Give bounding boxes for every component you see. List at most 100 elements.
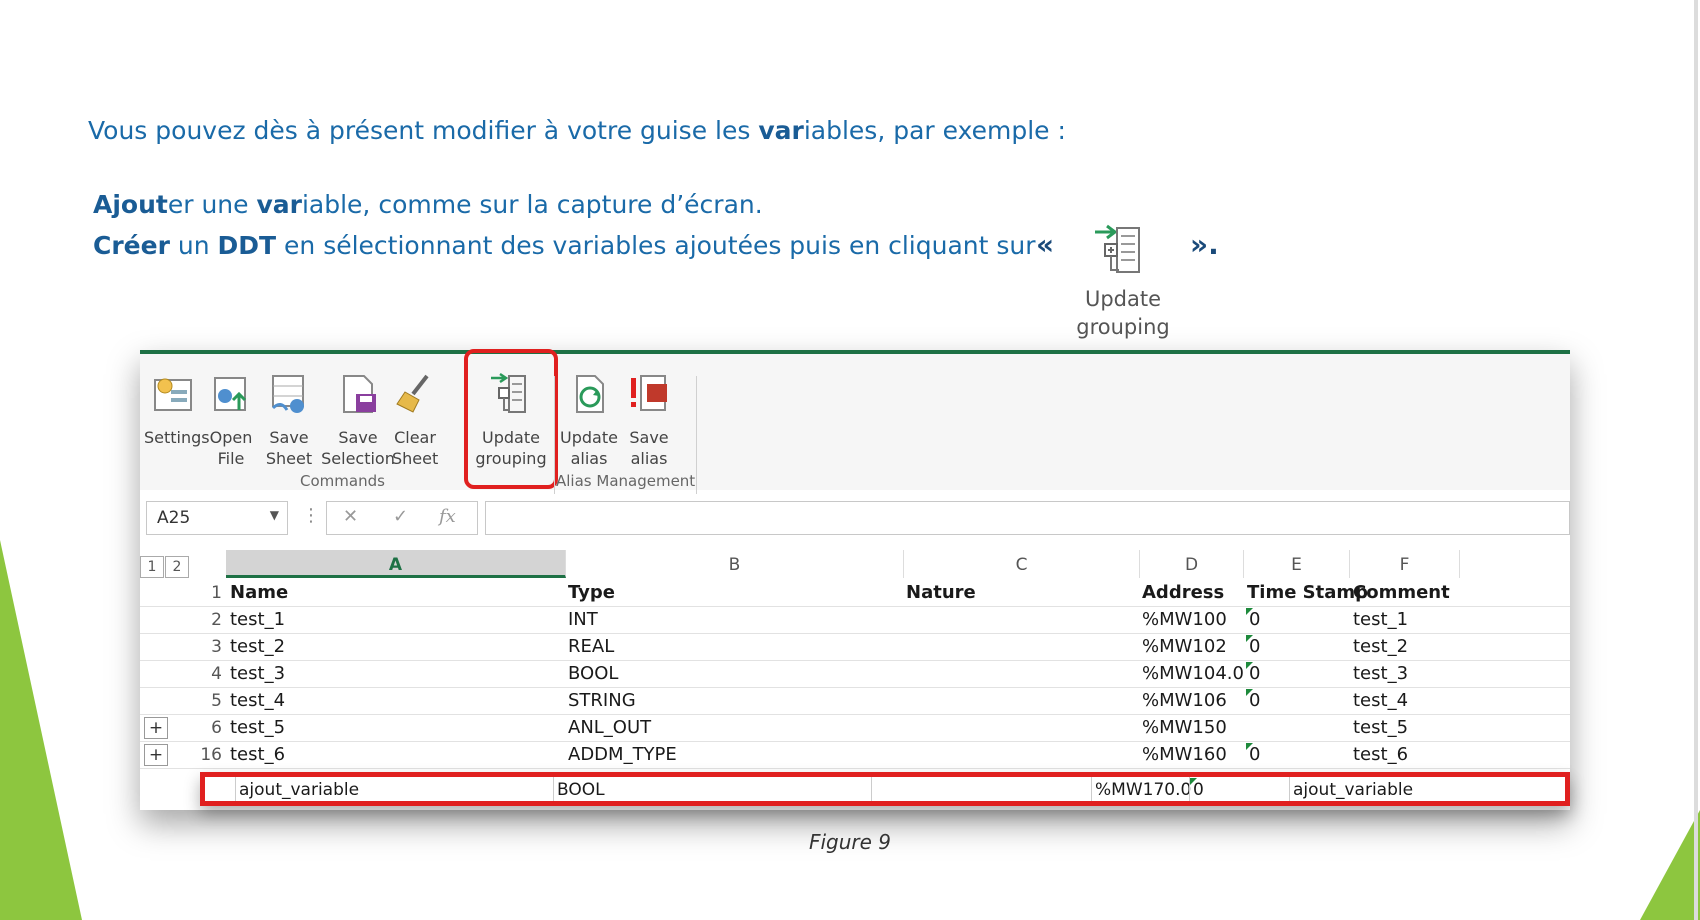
row-number: 4 <box>211 664 222 684</box>
update-alias-icon <box>576 375 604 413</box>
row-number: 2 <box>211 610 222 630</box>
formula-bar: A25 ▼ ⋮ ✕ ✓ fx <box>140 495 1570 541</box>
cell-time-stamp[interactable]: 0 <box>1249 744 1260 765</box>
right-green-triangle <box>1640 810 1700 920</box>
cell-type[interactable]: BOOL <box>557 780 605 800</box>
save-selection-icon <box>343 375 376 413</box>
column-header-a[interactable]: A <box>226 550 566 578</box>
cell-type[interactable]: REAL <box>568 636 614 657</box>
cell-time-stamp[interactable]: 0 <box>1249 663 1260 684</box>
cell-comment[interactable]: test_5 <box>1353 717 1408 738</box>
cell-comment[interactable]: test_2 <box>1353 636 1408 657</box>
cell-name[interactable]: test_4 <box>230 690 285 711</box>
cell-name[interactable]: test_6 <box>230 744 285 765</box>
cell-name[interactable]: test_1 <box>230 609 285 630</box>
cell-name[interactable]: test_5 <box>230 717 285 738</box>
cell-comment[interactable]: test_4 <box>1353 690 1408 711</box>
cell-time-stamp[interactable]: 0 <box>1249 690 1260 711</box>
cell-address[interactable]: %MW102 <box>1142 636 1227 657</box>
cell-address[interactable]: %MW150 <box>1142 717 1227 738</box>
header-time-stamp[interactable]: Time Stamp <box>1247 582 1368 603</box>
cell-type[interactable]: BOOL <box>568 663 618 684</box>
cell-address[interactable]: %MW106 <box>1142 690 1227 711</box>
quote-close: ». <box>1190 228 1219 261</box>
cell-divider <box>1091 777 1092 801</box>
save-sheet-button[interactable]: Save Sheet <box>260 372 318 469</box>
open-file-button[interactable]: Open File <box>208 372 254 469</box>
header-name[interactable]: Name <box>230 582 288 603</box>
cell-name[interactable]: test_2 <box>230 636 285 657</box>
added-variable-row: ajout_variable BOOL %MW170.0 0 ajout_var… <box>200 772 1570 806</box>
row-number: 1 <box>211 583 222 603</box>
column-header-b[interactable]: B <box>566 550 904 578</box>
cell-address[interactable]: %MW100 <box>1142 609 1227 630</box>
group-separator <box>696 376 697 494</box>
row-number: 5 <box>211 691 222 711</box>
cancel-icon[interactable]: ✕ <box>343 506 358 527</box>
table-header-row: 1 Name Type Nature Address Time Stamp Co… <box>140 580 1570 607</box>
column-header-c[interactable]: C <box>904 550 1140 578</box>
save-selection-button[interactable]: Save Selection <box>320 372 396 469</box>
cell-time-stamp[interactable]: 0 <box>1249 636 1260 657</box>
outline-level-buttons: 12 <box>140 556 190 578</box>
column-header-d[interactable]: D <box>1140 550 1244 578</box>
function-icon[interactable]: fx <box>439 506 456 527</box>
name-box[interactable]: A25 ▼ <box>146 501 288 535</box>
intro-line: Vous pouvez dès à présent modifier à vot… <box>88 116 1066 145</box>
cell-comment[interactable]: ajout_variable <box>1293 780 1413 800</box>
table-row: 2 test_1 INT %MW100 0 test_1 <box>140 607 1570 634</box>
quote-open: « <box>1036 228 1055 261</box>
enter-icon[interactable]: ✓ <box>393 506 408 527</box>
expand-group-button[interactable]: + <box>144 744 168 766</box>
cell-comment[interactable]: test_3 <box>1353 663 1408 684</box>
excel-screenshot: Settings Open File Save Sheet Save Selec… <box>140 349 1570 810</box>
table-row: 3 test_2 REAL %MW102 0 test_2 <box>140 634 1570 661</box>
add-variable-line: Ajouter une variable, comme sur la captu… <box>93 190 763 219</box>
chevron-down-icon[interactable]: ▼ <box>270 508 279 522</box>
header-type[interactable]: Type <box>568 582 615 603</box>
column-header-e[interactable]: E <box>1244 550 1350 578</box>
cell-name[interactable]: ajout_variable <box>239 780 359 800</box>
cell-comment[interactable]: test_1 <box>1353 609 1408 630</box>
figure-caption: Figure 9 <box>808 830 892 854</box>
table-row: + 6 test_5 ANL_OUT %MW150 test_5 <box>140 715 1570 742</box>
update-grouping-highlight <box>464 349 558 489</box>
update-alias-button[interactable]: Update alias <box>558 372 620 469</box>
expand-group-button[interactable]: + <box>144 717 168 739</box>
row-number: 16 <box>200 745 222 765</box>
header-address[interactable]: Address <box>1142 582 1224 603</box>
row-number: 3 <box>211 637 222 657</box>
cell-divider <box>1289 777 1290 801</box>
clear-sheet-button[interactable]: Clear Sheet <box>392 372 438 469</box>
cell-time-stamp[interactable]: 0 <box>1193 780 1204 800</box>
more-icon: ⋮ <box>302 505 320 526</box>
table-row: + 16 test_6 ADDM_TYPE %MW160 0 test_6 <box>140 742 1570 769</box>
cell-type[interactable]: ADDM_TYPE <box>568 744 677 765</box>
outline-level-2[interactable]: 2 <box>165 556 189 578</box>
cell-type[interactable]: INT <box>568 609 598 630</box>
save-sheet-icon <box>271 375 304 413</box>
cell-divider <box>235 777 236 801</box>
cell-type[interactable]: ANL_OUT <box>568 717 651 738</box>
header-nature[interactable]: Nature <box>906 582 976 603</box>
ribbon: Settings Open File Save Sheet Save Selec… <box>140 349 1570 494</box>
save-alias-icon <box>631 375 667 411</box>
formula-input[interactable] <box>485 501 1570 535</box>
header-comment[interactable]: Comment <box>1353 582 1450 603</box>
group-separator <box>554 376 555 494</box>
column-header-f[interactable]: F <box>1350 550 1460 578</box>
row-number: 6 <box>211 718 222 738</box>
settings-button[interactable]: Settings <box>144 372 210 448</box>
outline-level-1[interactable]: 1 <box>140 556 164 578</box>
table-row: 5 test_4 STRING %MW106 0 test_4 <box>140 688 1570 715</box>
cell-name[interactable]: test_3 <box>230 663 285 684</box>
cell-address[interactable]: %MW104.0 <box>1142 663 1244 684</box>
cell-address[interactable]: %MW160 <box>1142 744 1227 765</box>
settings-icon <box>154 378 192 411</box>
create-ddt-line: Créer un DDT en sélectionnant des variab… <box>93 231 1036 260</box>
save-alias-button[interactable]: Save alias <box>622 372 676 469</box>
cell-comment[interactable]: test_6 <box>1353 744 1408 765</box>
cell-type[interactable]: STRING <box>568 690 636 711</box>
cell-address[interactable]: %MW170.0 <box>1095 780 1191 800</box>
cell-time-stamp[interactable]: 0 <box>1249 609 1260 630</box>
